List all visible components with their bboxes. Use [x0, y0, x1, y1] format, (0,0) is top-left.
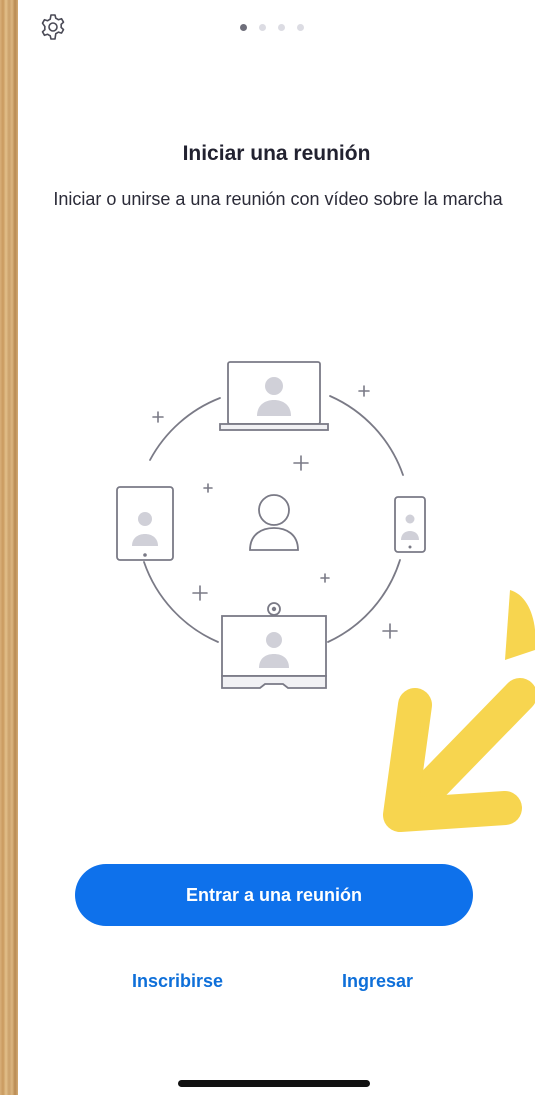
page-dot-active	[240, 24, 247, 31]
arrow-annotation-icon	[383, 590, 535, 832]
page-dot	[259, 24, 266, 31]
page-indicator	[240, 24, 304, 31]
page-title: Iniciar una reunión	[182, 142, 371, 165]
signup-link[interactable]: Inscribirse	[132, 971, 223, 992]
page-subtitle: Iniciar o unirse a una reunión con vídeo…	[53, 189, 503, 209]
page-dot	[297, 24, 304, 31]
gear-icon[interactable]	[38, 12, 68, 42]
join-meeting-button[interactable]: Entrar a una reunión	[75, 864, 473, 926]
home-indicator	[178, 1080, 370, 1087]
page-dot	[278, 24, 285, 31]
signin-link[interactable]: Ingresar	[342, 971, 413, 992]
